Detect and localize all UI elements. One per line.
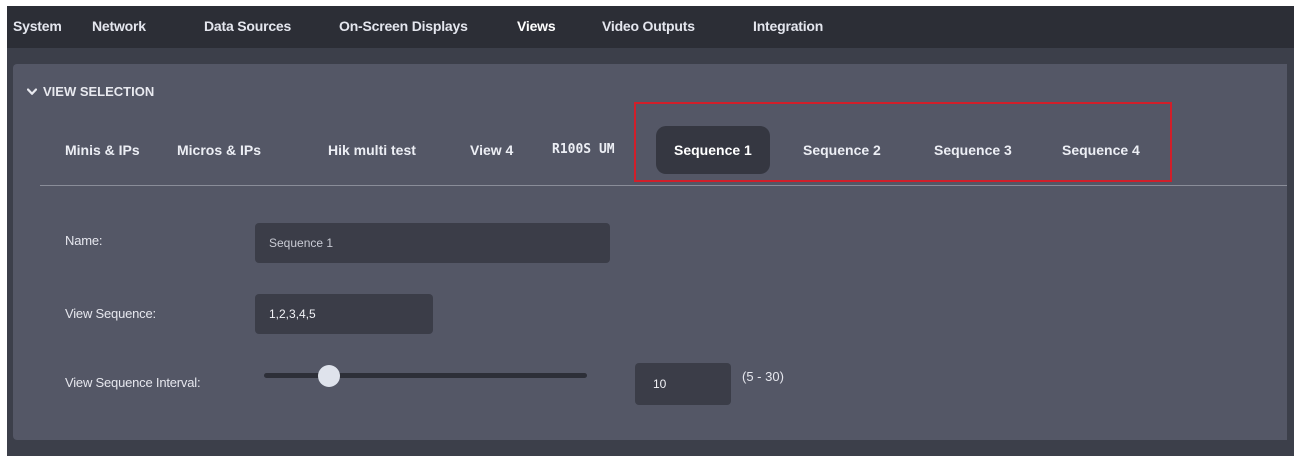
name-field-value: Sequence 1 [269, 236, 334, 250]
view-tab-sequence-4[interactable]: Sequence 4 [1062, 126, 1140, 174]
tab-integration[interactable]: Integration [753, 6, 823, 48]
view-sequence-label: View Sequence: [65, 306, 156, 321]
tabs-divider [40, 185, 1287, 186]
view-tab-minis-ips[interactable]: Minis & IPs [65, 126, 140, 174]
interval-value-field[interactable]: 10 [635, 363, 731, 405]
view-tab-sequence-3[interactable]: Sequence 3 [934, 126, 1012, 174]
interval-slider[interactable] [264, 365, 587, 387]
tab-video-outputs[interactable]: Video Outputs [602, 6, 695, 48]
view-tab-sequence-1[interactable]: Sequence 1 [656, 126, 770, 174]
name-label: Name: [65, 233, 103, 248]
view-tab-hik-multi-test[interactable]: Hik multi test [328, 126, 416, 174]
top-navigation: System Network Data Sources On-Screen Di… [7, 6, 1294, 48]
tab-system[interactable]: System [13, 6, 62, 48]
view-sequence-value: 1,2,3,4,5 [269, 307, 316, 321]
view-tab-micros-ips[interactable]: Micros & IPs [177, 126, 261, 174]
tab-views[interactable]: Views [517, 6, 556, 48]
view-tab-sequence-2[interactable]: Sequence 2 [803, 126, 881, 174]
section-title: VIEW SELECTION [43, 84, 155, 99]
chevron-down-icon [27, 88, 37, 95]
interval-slider-thumb[interactable] [317, 365, 340, 387]
name-field[interactable]: Sequence 1 [255, 223, 610, 263]
view-tab-view-4[interactable]: View 4 [470, 126, 513, 174]
view-selection-header[interactable]: VIEW SELECTION [27, 82, 154, 102]
interval-value: 10 [653, 377, 667, 391]
interval-range-hint: (5 - 30) [742, 369, 784, 384]
view-sequence-interval-label: View Sequence Interval: [65, 375, 201, 390]
tab-network[interactable]: Network [92, 6, 146, 48]
view-sequence-field[interactable]: 1,2,3,4,5 [255, 294, 433, 334]
view-tab-r100s-um[interactable]: R100S UM [552, 126, 615, 174]
tab-data-sources[interactable]: Data Sources [204, 6, 291, 48]
tab-on-screen-displays[interactable]: On-Screen Displays [339, 6, 468, 48]
